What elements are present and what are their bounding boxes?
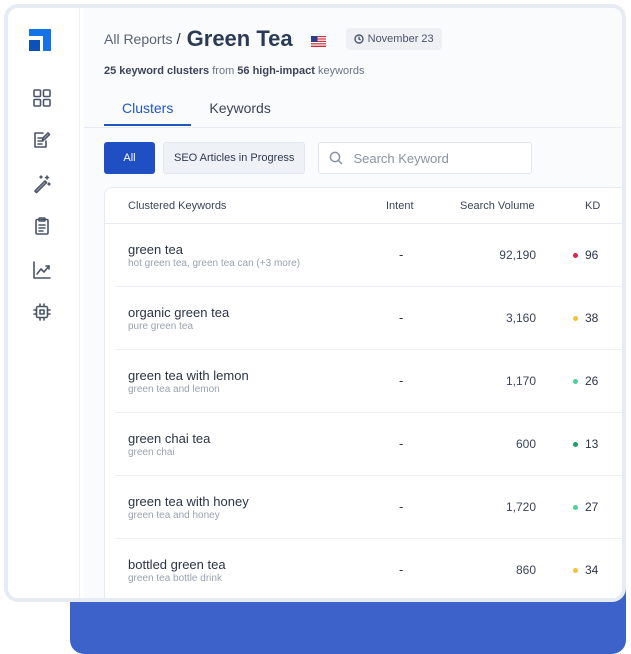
row-search-volume: 1,170 [505,374,536,388]
page-title: Green Tea [186,26,293,51]
summary-line: 25 keyword clusters from 56 high-impact … [104,65,364,77]
row-search-volume: 92,190 [499,248,536,262]
table-row[interactable]: organic green tea pure green tea - 3,160… [115,287,622,350]
table-row[interactable]: green tea hot green tea, green tea can (… [115,224,622,287]
row-related-keywords: green tea and lemon [128,384,220,395]
row-intent: - [399,247,404,262]
app-window: All Reports / Green Tea November 23 25 k… [4,4,626,602]
row-search-volume: 1,720 [505,500,536,514]
row-kd: 13 [573,437,598,451]
column-header-kd[interactable]: KD [585,200,600,212]
column-header-keywords[interactable]: Clustered Keywords [128,200,226,212]
kd-value: 26 [585,374,599,388]
row-kd: 34 [573,563,598,577]
kd-indicator-dot [573,441,578,447]
row-search-volume: 3,160 [505,311,536,325]
row-intent: - [399,562,404,577]
tab-divider [84,127,622,128]
column-header-search-volume[interactable]: Search Volume [460,200,535,212]
kd-value: 27 [585,500,599,514]
date-text: November 23 [367,33,434,45]
search-icon [330,151,343,165]
keywords-word: keywords [317,65,365,77]
search-box[interactable] [318,142,533,174]
row-search-volume: 860 [515,563,536,577]
row-related-keywords: green chai [128,447,175,458]
row-keyword: green tea with honey [128,494,249,509]
row-related-keywords: hot green tea, green tea can (+3 more) [128,258,301,269]
chart-line-icon[interactable] [31,259,53,281]
row-related-keywords: green tea and honey [128,510,220,521]
row-intent: - [399,310,404,325]
row-kd: 26 [573,374,598,388]
kd-value: 34 [585,563,599,577]
row-intent: - [399,499,404,514]
from-text: from [212,65,235,77]
kd-indicator-dot [573,504,578,510]
row-keyword: bottled green tea [128,557,226,572]
logo-icon[interactable] [29,29,51,51]
date-badge: November 23 [345,28,442,50]
main-panel: All Reports / Green Tea November 23 25 k… [84,8,622,598]
kd-value: 96 [585,248,599,262]
chip-icon[interactable] [31,301,53,323]
dashboard-icon[interactable] [31,87,53,109]
table-row[interactable]: green chai tea green chai - 600 13 [115,413,622,476]
row-related-keywords: pure green tea [128,321,194,332]
keywords-count: 56 high-impact [237,65,315,77]
row-search-volume: 600 [515,437,536,451]
filter-seo-articles-button[interactable]: SEO Articles in Progress [163,142,306,174]
breadcrumb-separator: / [176,30,181,48]
row-kd: 27 [573,500,598,514]
magic-wand-icon[interactable] [31,173,53,195]
breadcrumb-all-reports[interactable]: All Reports [104,31,172,47]
table-header: Clustered Keywords Intent Search Volume … [105,188,622,224]
tab-clusters[interactable]: Clusters [104,100,192,126]
edit-document-icon[interactable] [31,129,53,151]
clock-icon [353,34,364,44]
row-keyword: organic green tea [128,305,230,320]
table-row[interactable]: bottled green tea green tea bottle drink… [115,539,622,598]
row-intent: - [399,373,404,388]
clusters-table: Clustered Keywords Intent Search Volume … [104,187,622,598]
filter-bar: All SEO Articles in Progress [104,142,533,174]
kd-indicator-dot [573,378,578,384]
row-keyword: green tea [128,242,183,257]
row-related-keywords: green tea bottle drink [128,573,222,584]
filter-all-button[interactable]: All [104,142,155,174]
kd-indicator-dot [573,252,578,258]
row-kd: 38 [573,311,598,325]
row-keyword: green tea with lemon [128,368,249,383]
search-input[interactable] [353,150,524,166]
table-row[interactable]: green tea with lemon green tea and lemon… [115,350,622,413]
kd-value: 13 [585,437,599,451]
row-intent: - [399,436,404,451]
kd-indicator-dot [573,315,578,321]
sidebar [8,8,80,598]
us-flag-icon [310,34,326,47]
page-header: All Reports / Green Tea November 23 [104,26,442,52]
row-keyword: green chai tea [128,431,211,446]
tab-bar: Clusters Keywords [104,100,289,126]
clipboard-icon[interactable] [31,215,53,237]
table-row[interactable]: green tea with honey green tea and honey… [115,476,622,539]
kd-indicator-dot [573,567,578,573]
column-header-intent[interactable]: Intent [386,200,414,212]
clusters-count: 25 keyword clusters [104,65,210,77]
kd-value: 38 [585,311,599,325]
tab-keywords[interactable]: Keywords [191,100,288,126]
row-kd: 96 [573,248,598,262]
